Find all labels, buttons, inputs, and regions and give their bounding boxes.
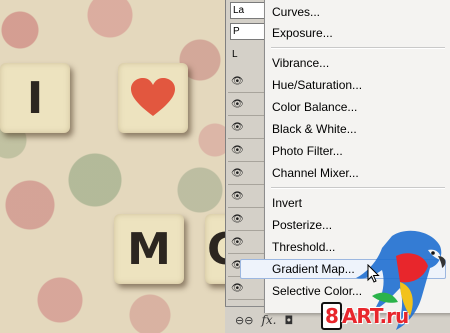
watermark-prefix: 8: [321, 302, 342, 330]
layer-row[interactable]: 👁: [228, 277, 266, 300]
layer-row[interactable]: 👁: [228, 116, 266, 139]
layer-row[interactable]: 👁: [228, 139, 266, 162]
layer-mask-icon[interactable]: ◘: [284, 314, 293, 327]
heart-icon: [131, 78, 175, 116]
menu-separator: [271, 47, 445, 49]
menu-item-curves[interactable]: Curves...: [272, 2, 444, 22]
tile-letter: M: [127, 223, 171, 275]
menu-item-channel-mixer[interactable]: Channel Mixer...: [272, 163, 444, 183]
image-canvas[interactable]: I M C: [0, 0, 232, 333]
eye-icon[interactable]: 👁: [231, 191, 244, 202]
watermark-logo: 8 ART.ru: [321, 302, 409, 330]
eye-icon[interactable]: 👁: [231, 237, 244, 248]
eye-icon[interactable]: 👁: [231, 122, 244, 133]
heart-tile: [118, 63, 188, 133]
eye-icon[interactable]: 👁: [231, 283, 244, 294]
menu-item-hue-saturation[interactable]: Hue/Saturation...: [272, 75, 444, 95]
layers-tab[interactable]: La: [230, 2, 266, 19]
link-layers-icon[interactable]: ⊖⊖: [235, 314, 253, 327]
menu-item-exposure[interactable]: Exposure...: [272, 23, 444, 43]
lock-label: L: [230, 47, 266, 64]
layer-row[interactable]: 👁: [228, 185, 266, 208]
eye-icon[interactable]: 👁: [231, 168, 244, 179]
blend-mode-select[interactable]: P: [230, 23, 266, 40]
eye-icon[interactable]: 👁: [231, 76, 244, 87]
layer-row[interactable]: 👁: [228, 93, 266, 116]
eye-icon[interactable]: 👁: [231, 214, 244, 225]
menu-item-color-balance[interactable]: Color Balance...: [272, 97, 444, 117]
layer-row[interactable]: 👁: [228, 231, 266, 254]
mouse-cursor-icon: [367, 264, 380, 283]
watermark-brand: ART.ru: [341, 304, 409, 328]
tile-letter: I: [26, 72, 44, 124]
letter-tile-m: M: [114, 214, 184, 284]
eye-icon[interactable]: 👁: [231, 145, 244, 156]
letter-tile-i: I: [0, 63, 70, 133]
layer-row[interactable]: 👁: [228, 208, 266, 231]
menu-item-vibrance[interactable]: Vibrance...: [272, 53, 444, 73]
menu-item-invert[interactable]: Invert: [272, 193, 444, 213]
menu-separator: [271, 187, 445, 189]
menu-item-photo-filter[interactable]: Photo Filter...: [272, 141, 444, 161]
layer-row[interactable]: 👁: [228, 70, 266, 93]
layers-panel: La P L 👁 👁 👁 👁 👁 👁 👁 👁 👁 👁: [225, 0, 266, 333]
menu-item-black-white[interactable]: Black & White...: [272, 119, 444, 139]
layer-row[interactable]: 👁: [228, 162, 266, 185]
eye-icon[interactable]: 👁: [231, 99, 244, 110]
layer-style-icon[interactable]: fx.: [261, 313, 276, 327]
